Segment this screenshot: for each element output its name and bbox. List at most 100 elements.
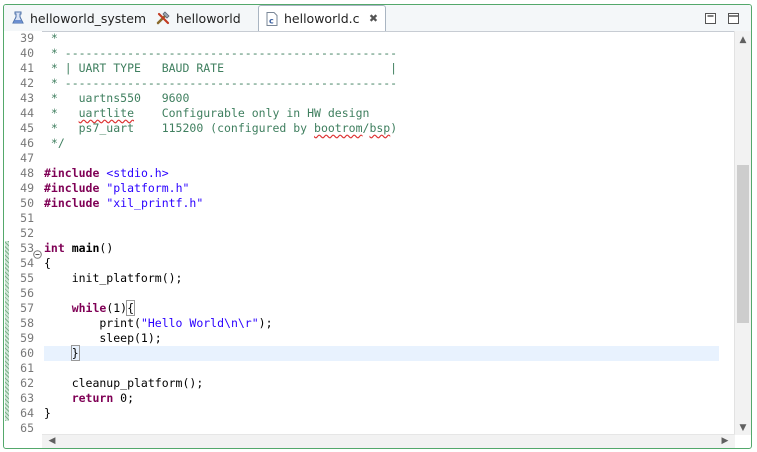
line-number: 50 bbox=[20, 196, 34, 210]
scroll-up-arrow-icon[interactable]: ▲ bbox=[735, 35, 751, 45]
line-number: 46 bbox=[20, 136, 34, 150]
line-number: 65 bbox=[20, 421, 34, 435]
change-marker-bar bbox=[5, 241, 9, 421]
code-token: return bbox=[71, 391, 114, 405]
code-token: * uartns550 9600 bbox=[44, 91, 190, 105]
code-line[interactable]: int main() bbox=[44, 241, 719, 256]
code-token: * --------------------------------------… bbox=[44, 76, 398, 90]
line-number: 44 bbox=[20, 106, 34, 120]
line-number: 39 bbox=[20, 31, 34, 45]
code-line[interactable]: * uartns550 9600 bbox=[44, 91, 719, 106]
code-line[interactable]: } bbox=[44, 345, 719, 361]
code-line[interactable]: return 0; bbox=[44, 391, 719, 406]
code-line[interactable]: init_platform(); bbox=[44, 271, 719, 286]
line-number: 42 bbox=[20, 76, 34, 90]
collapse-minus-icon[interactable] bbox=[33, 244, 42, 263]
code-line[interactable]: * | UART TYPE BAUD RATE | bbox=[44, 61, 719, 76]
line-number: 45 bbox=[20, 121, 34, 135]
line-number: 51 bbox=[20, 211, 34, 225]
code-token: * | UART TYPE BAUD RATE | bbox=[44, 61, 398, 75]
code-line[interactable]: * ps7_uart 115200 (configured by bootrom… bbox=[44, 121, 719, 136]
tab-label: helloworld_system bbox=[30, 10, 147, 26]
line-number: 49 bbox=[20, 181, 34, 195]
code-line[interactable]: #include <stdio.h> bbox=[44, 166, 719, 181]
code-token: sleep(1); bbox=[44, 331, 162, 345]
code-token: ) bbox=[390, 121, 398, 135]
code-token: print( bbox=[44, 316, 141, 330]
scroll-down-arrow-icon[interactable]: ▼ bbox=[735, 423, 751, 433]
code-line[interactable]: */ bbox=[44, 136, 719, 151]
tab-helloworld[interactable]: helloworld bbox=[156, 5, 241, 31]
code-line[interactable]: * --------------------------------------… bbox=[44, 46, 719, 61]
minimize-button[interactable] bbox=[704, 10, 717, 24]
c-file-icon: c bbox=[264, 11, 280, 27]
code-line[interactable]: cleanup_platform(); bbox=[44, 376, 719, 391]
code-token: () bbox=[99, 241, 114, 255]
code-line[interactable]: { bbox=[44, 256, 719, 271]
code-line[interactable] bbox=[44, 211, 719, 226]
code-token: */ bbox=[44, 136, 65, 150]
code-token: Configurable only in HW design bbox=[134, 106, 370, 120]
code-token: #include bbox=[44, 181, 100, 195]
code-token: while bbox=[71, 301, 107, 315]
code-line[interactable]: } bbox=[44, 406, 719, 421]
editor-window: helloworld_system helloworld c helloworld.c… bbox=[3, 4, 752, 449]
line-number: 48 bbox=[20, 166, 34, 180]
code-token: <stdio.h> bbox=[106, 166, 169, 180]
code-token: "Hello World\n\r" bbox=[140, 316, 259, 330]
line-number: 43 bbox=[20, 91, 34, 105]
code-token: } bbox=[44, 406, 51, 420]
line-number: 52 bbox=[20, 226, 34, 240]
vertical-scrollbar[interactable]: ▲ ▼ bbox=[734, 31, 751, 435]
line-number: 41 bbox=[20, 61, 34, 75]
scroll-right-arrow-icon[interactable]: ▶ bbox=[717, 435, 733, 448]
code-line[interactable]: * bbox=[44, 31, 719, 46]
code-line[interactable]: while(1){ bbox=[44, 300, 719, 316]
code-editor[interactable]: * * ------------------------------------… bbox=[44, 31, 719, 435]
application-project-icon bbox=[156, 10, 172, 26]
code-line[interactable]: print("Hello World\n\r"); bbox=[44, 316, 719, 331]
code-token: * bbox=[44, 31, 58, 45]
code-token: int bbox=[44, 241, 65, 255]
tab-label: helloworld.c bbox=[284, 11, 360, 26]
code-token: "xil_printf.h" bbox=[106, 196, 204, 210]
line-number-gutter[interactable]: 39 40 41 42 43 44 45 46 47 48 49 50 51 52 53 54 55 56 57 58… bbox=[4, 31, 42, 435]
scroll-left-arrow-icon[interactable]: ◀ bbox=[44, 435, 60, 448]
code-line[interactable] bbox=[44, 361, 719, 376]
code-line[interactable]: #include "platform.h" bbox=[44, 181, 719, 196]
code-token: uartlite bbox=[78, 106, 135, 120]
maximize-button[interactable] bbox=[727, 10, 740, 24]
close-tab-icon[interactable]: ✖ bbox=[367, 12, 379, 25]
maximize-icon bbox=[727, 10, 740, 29]
svg-text:c: c bbox=[269, 16, 274, 25]
code-token: "platform.h" bbox=[106, 181, 190, 195]
code-line[interactable]: sleep(1); bbox=[44, 331, 719, 346]
code-line[interactable]: * --------------------------------------… bbox=[44, 76, 719, 91]
code-line[interactable]: * uartlite Configurable only in HW desig… bbox=[44, 106, 719, 121]
tab-helloworld-c[interactable]: c helloworld.c ✖ bbox=[258, 5, 387, 31]
code-line[interactable]: #include "xil_printf.h" bbox=[44, 196, 719, 211]
text-cursor bbox=[78, 346, 80, 359]
code-token: bsp bbox=[369, 121, 391, 135]
code-token: #include bbox=[44, 166, 100, 180]
code-line[interactable] bbox=[44, 286, 719, 301]
code-line[interactable] bbox=[44, 151, 719, 166]
code-token: { bbox=[44, 256, 51, 270]
horizontal-scrollbar[interactable]: ◀ ▶ bbox=[42, 434, 735, 448]
code-token: } bbox=[70, 345, 80, 361]
vertical-scroll-thumb[interactable] bbox=[737, 165, 749, 323]
code-token: #include bbox=[44, 196, 100, 210]
code-token: * ps7_uart 115200 (configured by bbox=[44, 121, 315, 135]
code-line[interactable] bbox=[44, 226, 719, 241]
tab-helloworld-system[interactable]: helloworld_system bbox=[10, 5, 146, 31]
code-token: * bbox=[44, 106, 79, 120]
line-number: 40 bbox=[20, 46, 34, 60]
code-token: (1) bbox=[106, 301, 128, 315]
code-line[interactable] bbox=[44, 421, 719, 435]
code-token: main bbox=[71, 241, 100, 255]
line-number: 47 bbox=[20, 151, 34, 165]
